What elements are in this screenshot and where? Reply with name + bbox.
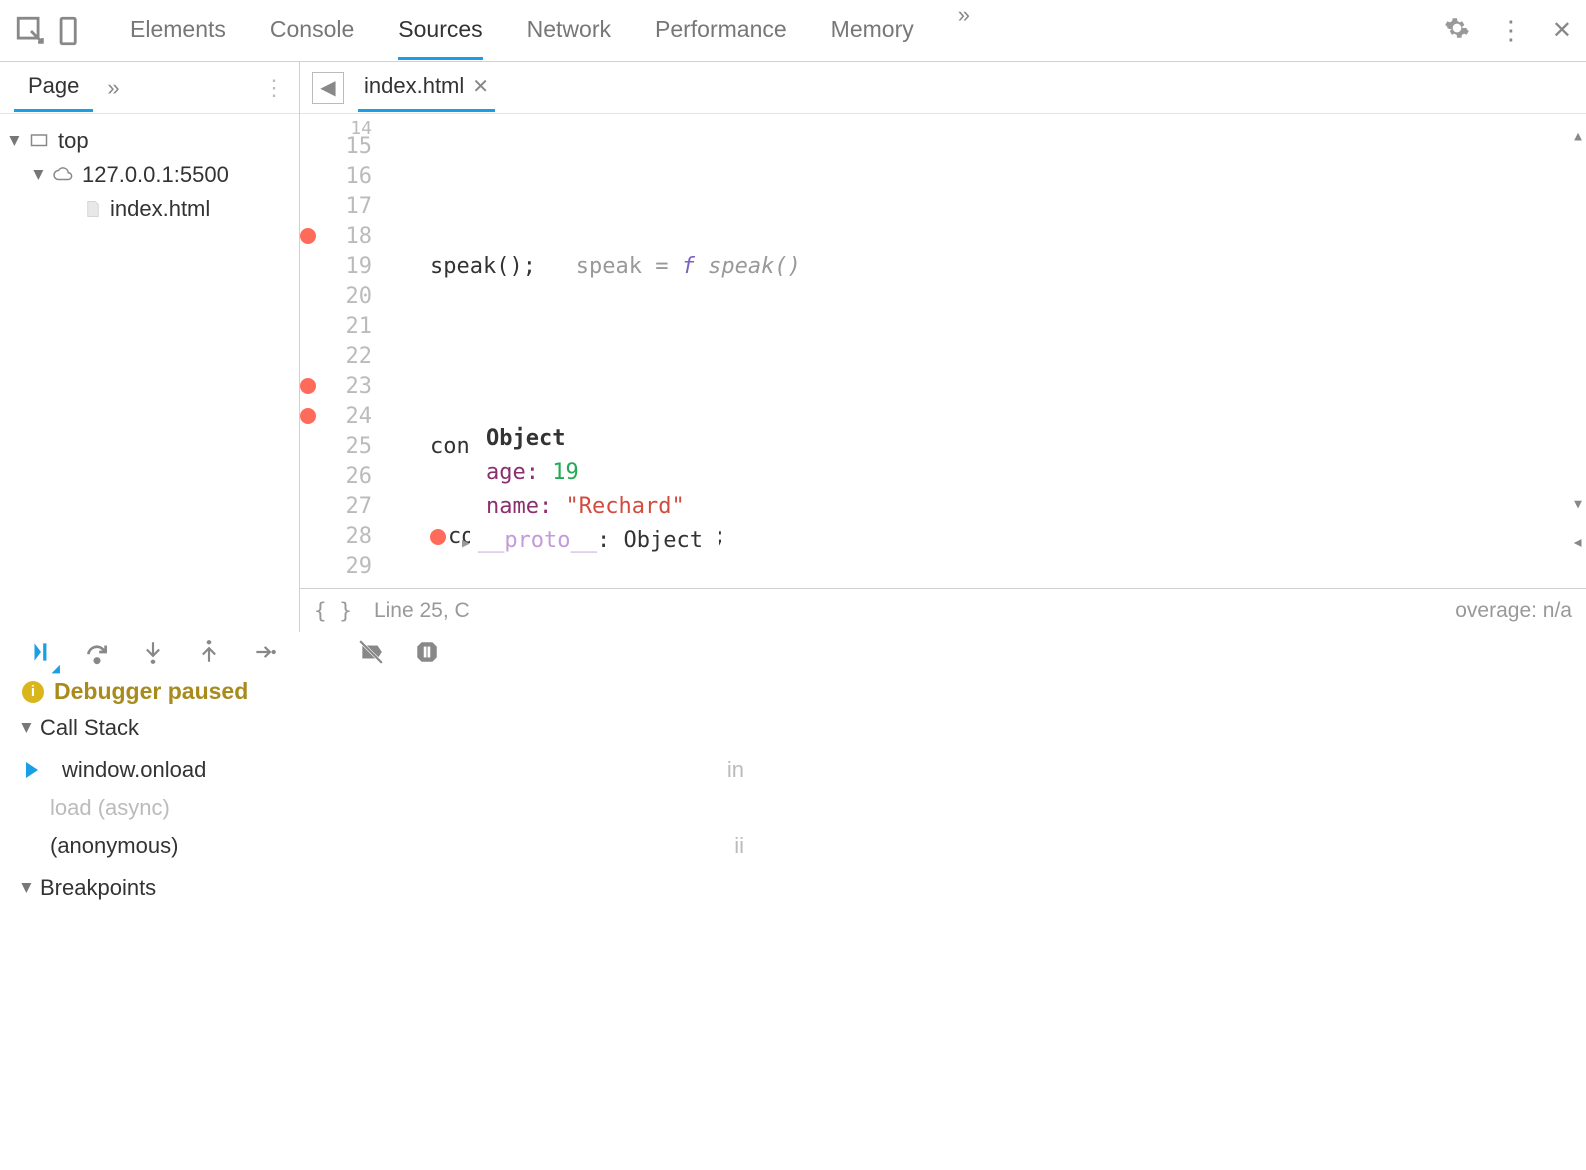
format-icon[interactable]: { }: [314, 599, 352, 623]
breakpoint-23[interactable]: [300, 378, 316, 394]
breakpoint-24[interactable]: [300, 408, 316, 424]
cursor-position: Line 25, C: [374, 599, 470, 623]
step-out-icon[interactable]: [196, 639, 222, 671]
tree-file-label: index.html: [110, 196, 210, 222]
info-icon: i: [22, 681, 44, 703]
debugger-toolbar: ◢: [0, 632, 1586, 678]
tree-host[interactable]: ▶127.0.0.1:5500: [4, 158, 295, 192]
tab-console[interactable]: Console: [270, 2, 354, 60]
step-icon[interactable]: [252, 639, 278, 671]
tab-sources[interactable]: Sources: [398, 2, 482, 60]
close-icon[interactable]: ✕: [1552, 16, 1572, 45]
settings-icon[interactable]: [1444, 15, 1470, 47]
kebab-menu-icon[interactable]: ⋮: [1498, 15, 1524, 46]
stack-frame-load-async: load (async): [0, 789, 1586, 827]
file-tab-index[interactable]: index.html ✕: [358, 63, 495, 112]
stack-frame-onload[interactable]: window.onloadin: [0, 751, 1586, 789]
code-area[interactable]: ▲ ▼ ▲ 14 151617181920212223242526272829 …: [300, 114, 1586, 588]
tooltip-title: Object: [486, 426, 565, 451]
step-over-icon[interactable]: [84, 639, 110, 671]
coverage-label: overage: n/a: [1455, 599, 1572, 623]
sidebar-more-icon[interactable]: »: [107, 75, 119, 101]
breakpoint-18[interactable]: [300, 228, 316, 244]
deactivate-breakpoints-icon[interactable]: [358, 639, 384, 671]
devtools-tabbar: Elements Console Sources Network Perform…: [0, 0, 1586, 62]
step-into-icon[interactable]: [140, 639, 166, 671]
file-tab-label: index.html: [364, 73, 464, 99]
sidebar-menu-icon[interactable]: ⋮: [263, 75, 285, 101]
resume-icon[interactable]: ◢: [28, 639, 54, 671]
debugger-paused-banner: i Debugger paused: [0, 678, 1586, 705]
close-tab-icon[interactable]: ✕: [472, 74, 489, 99]
pause-exceptions-icon[interactable]: [414, 639, 440, 671]
device-toolbar-icon[interactable]: [54, 14, 88, 48]
tab-performance[interactable]: Performance: [655, 2, 787, 60]
tab-network[interactable]: Network: [527, 2, 611, 60]
tab-memory[interactable]: Memory: [831, 2, 914, 60]
navigator-sidebar: Page » ⋮ ▶top ▶127.0.0.1:5500 index.html: [0, 62, 300, 632]
paused-text: Debugger paused: [54, 678, 248, 705]
debug-panels: ▶Call Stack window.onloadin load (async)…: [0, 705, 1586, 911]
breakpoints-header[interactable]: ▶Breakpoints: [0, 865, 1586, 911]
tab-elements[interactable]: Elements: [130, 2, 226, 60]
prev-file-icon[interactable]: ◀: [312, 72, 344, 104]
stack-frame-anonymous[interactable]: (anonymous)ii: [0, 827, 1586, 865]
tree-host-label: 127.0.0.1:5500: [82, 162, 229, 188]
code-editor: ◀ index.html ✕ ▲ ▼ ▲ 14 15161718192021222…: [300, 62, 1586, 632]
file-tree: ▶top ▶127.0.0.1:5500 index.html: [0, 114, 299, 236]
more-tabs-icon[interactable]: »: [958, 2, 970, 60]
tree-file[interactable]: index.html: [4, 192, 295, 226]
sidebar-tab-page[interactable]: Page: [14, 63, 93, 112]
tree-top[interactable]: ▶top: [4, 124, 295, 158]
select-element-icon[interactable]: [14, 14, 48, 48]
tree-top-label: top: [58, 128, 89, 154]
main-area: Page » ⋮ ▶top ▶127.0.0.1:5500 index.html…: [0, 62, 1586, 632]
callstack-header[interactable]: ▶Call Stack: [0, 705, 1586, 751]
editor-status-bar: { } Line 25, C overage: n/a: [300, 588, 1586, 632]
value-tooltip: Object age: 19 name: "Rechard" ▶__proto_…: [470, 416, 719, 567]
line-gutter: 14 151617181920212223242526272829: [300, 114, 382, 570]
